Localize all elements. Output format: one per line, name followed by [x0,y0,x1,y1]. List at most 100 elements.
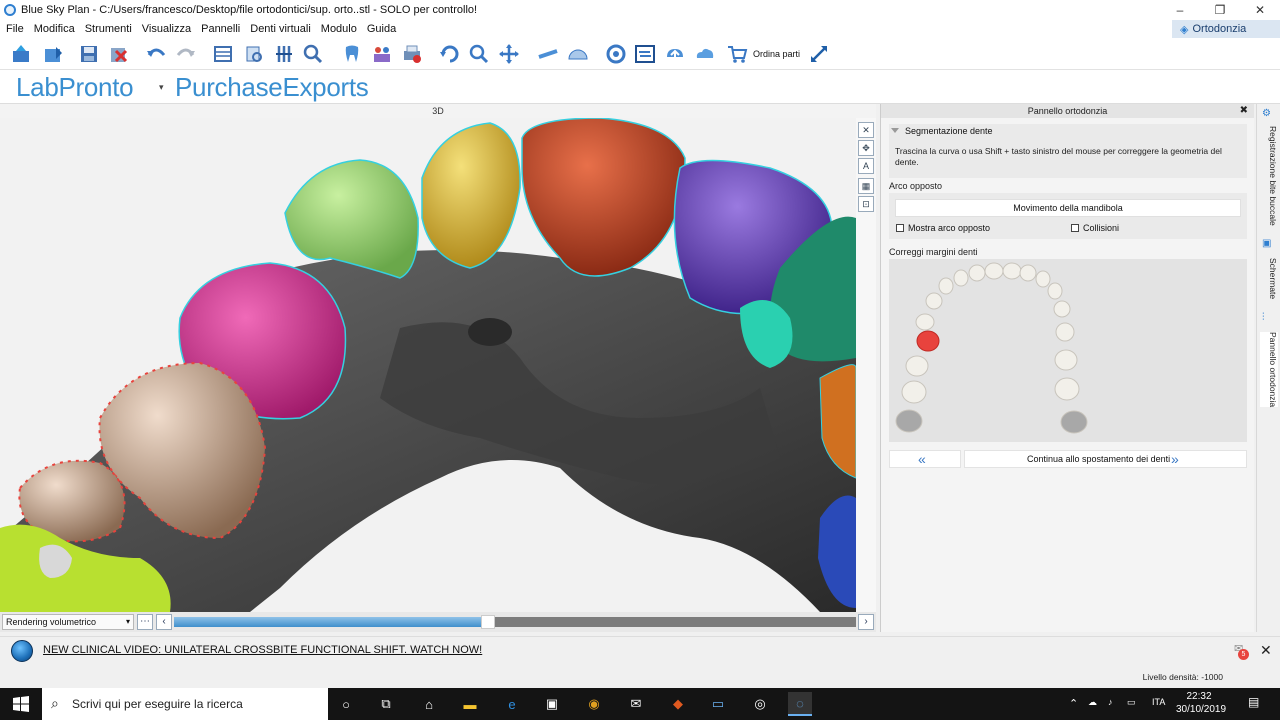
snapshot-button[interactable]: ⊡ [858,196,874,212]
tooth[interactable] [1019,264,1037,282]
cloud-icon[interactable] [692,42,718,66]
mandibola-button[interactable]: Movimento della mandibola [895,199,1241,217]
tooth[interactable] [1047,282,1063,300]
news-close-button[interactable]: ✕ [1260,642,1272,659]
tooth-molar-left[interactable] [895,409,923,433]
slider-right-button[interactable]: › [858,614,874,630]
monitor-icon[interactable]: ▭ [706,692,730,716]
scan-icon[interactable] [241,42,267,66]
collapse-icon[interactable] [891,128,899,133]
home-icon[interactable]: ⌂ [417,692,441,716]
mode-ortodonzia[interactable]: ◈ Ortodonzia [1172,20,1280,38]
redo-icon[interactable] [173,42,199,66]
undo-icon[interactable] [143,42,169,66]
grid-button[interactable]: ▦ [858,178,874,194]
tooth[interactable] [915,313,935,331]
chrome-icon[interactable]: ◉ [582,692,606,716]
tooth[interactable] [1054,377,1080,401]
tooth[interactable] [1002,262,1022,280]
volume-icon[interactable]: ♪ [1108,697,1113,707]
pan-icon[interactable] [496,42,522,66]
tooth[interactable] [1035,270,1051,288]
menu-pannelli[interactable]: Pannelli [196,23,245,35]
windows-start-button[interactable] [0,688,42,720]
tooth[interactable] [968,264,986,282]
language-indicator[interactable]: ITA [1152,697,1165,707]
family-icon[interactable] [369,42,395,66]
tooth-icon[interactable] [339,42,365,66]
tooth[interactable] [905,355,929,377]
selected-tooth[interactable] [916,330,940,352]
render-settings-button[interactable]: ⋯ [137,614,153,630]
slider-left-button[interactable]: ‹ [156,614,172,630]
menu-file[interactable]: File [0,23,29,35]
slider-thumb[interactable] [480,615,495,629]
reset-view-button[interactable]: ✕ [858,122,874,138]
ordina-parti-button[interactable]: Ordina parti [753,49,800,59]
render-mode-select[interactable]: Rendering volumetrico ▾ [2,614,134,630]
back-button[interactable]: « [889,450,961,468]
zoom-in-icon[interactable] [466,42,492,66]
cortana-icon[interactable]: ○ [334,692,358,716]
mostra-arco-checkbox[interactable]: Mostra arco opposto [896,223,990,233]
taskbar-clock[interactable]: 22:32 30/10/2019 [1176,690,1226,716]
save-icon[interactable] [76,42,102,66]
tooth[interactable] [938,277,954,295]
task-view-icon[interactable]: ⧉ [374,692,398,716]
labpronto-dropdown-icon[interactable]: ▾ [159,82,164,93]
zoom-icon[interactable] [300,42,326,66]
import-icon[interactable] [40,42,66,66]
panel-close-button[interactable]: ✖ [1240,104,1248,118]
menu-denti-virtuali[interactable]: Denti virtuali [245,23,316,35]
edge-icon[interactable]: e [500,692,524,716]
minimize-button[interactable]: – [1160,0,1200,20]
tray-app-icon[interactable]: ☁ [1088,697,1097,708]
menu-modulo[interactable]: Modulo [316,23,362,35]
labpronto-logo[interactable]: LabPronto [16,72,134,103]
rotate-icon[interactable] [437,42,463,66]
3d-viewport[interactable] [0,118,856,612]
checkbox-box[interactable] [1071,224,1079,232]
tooth[interactable] [901,380,927,404]
network-icon[interactable]: ▭ [1127,697,1136,708]
menu-modifica[interactable]: Modifica [29,23,80,35]
center-view-button[interactable]: ✥ [858,140,874,156]
protractor-icon[interactable] [565,42,591,66]
store-icon[interactable]: ▣ [540,692,564,716]
tooth-molar-right[interactable] [1060,410,1088,434]
cross-section-icon[interactable] [271,42,297,66]
taskbar-search[interactable]: ⌕ Scrivi qui per eseguire la ricerca [42,688,328,720]
file-explorer-icon[interactable]: ▬ [458,692,482,716]
upload-icon[interactable] [662,42,688,66]
cart-icon[interactable] [724,42,750,66]
purchase-exports-logo[interactable]: PurchaseExports [175,72,369,103]
density-slider[interactable] [174,615,856,629]
tab-schermate[interactable]: Schermate [1260,258,1278,299]
dental-arch-model[interactable] [0,118,856,612]
mail-icon[interactable]: ✉ [624,692,648,716]
open-icon[interactable] [8,42,34,66]
ruler-icon[interactable] [535,42,561,66]
collisioni-checkbox[interactable]: Collisioni [1071,223,1119,233]
annotation-button[interactable]: A [858,158,874,174]
menu-strumenti[interactable]: Strumenti [80,23,137,35]
close-window-button[interactable]: ✕ [1240,0,1280,20]
app-icon-orange[interactable]: ◆ [666,692,690,716]
menu-guida[interactable]: Guida [362,23,401,35]
continue-button[interactable]: Continua allo spostamento dei denti » [964,450,1247,468]
maximize-button[interactable]: ❐ [1200,0,1240,20]
close-file-icon[interactable] [106,42,132,66]
tooth[interactable] [1054,349,1078,371]
arch-tooth-diagram[interactable] [889,259,1247,442]
tooth[interactable] [1053,300,1071,318]
tooth[interactable] [925,292,943,310]
layout-icon[interactable] [210,42,236,66]
tooth-chart[interactable] [889,259,1247,442]
tooth[interactable] [953,269,969,287]
print-icon[interactable] [399,42,425,66]
tab-pannello-ortodonzia[interactable]: Pannello ortodonzia [1260,332,1278,408]
tray-chevron-icon[interactable]: ⌃ [1069,697,1078,710]
tooth[interactable] [984,262,1004,280]
action-center-icon[interactable]: ▤ [1248,695,1259,709]
expand-icon[interactable] [806,42,832,66]
